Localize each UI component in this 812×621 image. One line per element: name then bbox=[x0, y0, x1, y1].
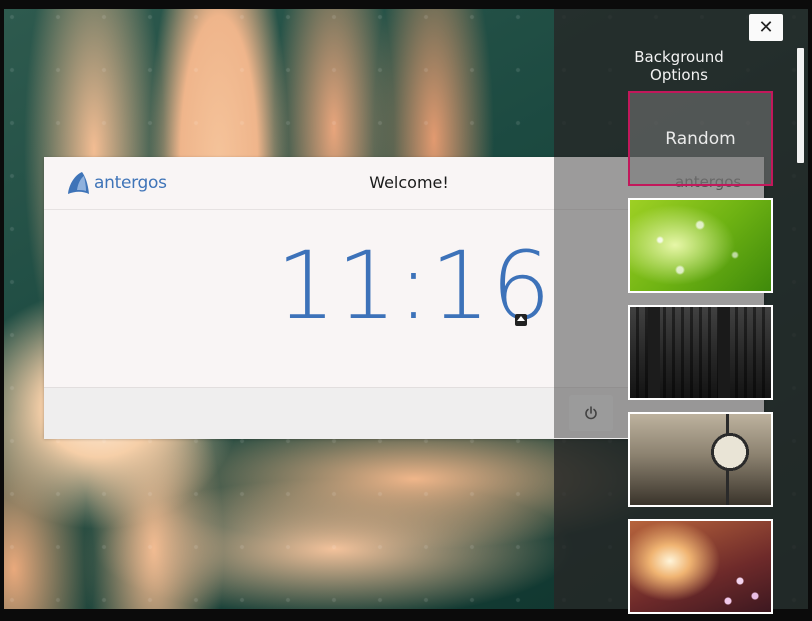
chevron-up-icon[interactable] bbox=[515, 314, 527, 326]
background-thumbnail-blossom[interactable] bbox=[628, 519, 773, 614]
random-background-option[interactable]: Random bbox=[628, 91, 773, 186]
close-button[interactable]: ✕ bbox=[749, 14, 783, 41]
antergos-logo-icon bbox=[68, 172, 89, 194]
background-options-title: Background Options bbox=[634, 48, 724, 84]
scrollbar-thumb[interactable] bbox=[797, 48, 804, 163]
power-button[interactable] bbox=[569, 395, 613, 431]
random-label: Random bbox=[665, 128, 736, 149]
background-thumbnail-street-clock[interactable] bbox=[628, 412, 773, 507]
brand-name: antergos bbox=[94, 173, 167, 193]
welcome-message: Welcome! bbox=[369, 173, 449, 192]
background-thumbnail-bw-room[interactable] bbox=[628, 305, 773, 400]
clock-time: 11:16 bbox=[276, 232, 552, 341]
background-thumbnail-green-bokeh[interactable] bbox=[628, 198, 773, 293]
power-icon bbox=[585, 406, 597, 420]
brand-logo: antergos bbox=[65, 170, 167, 196]
close-icon: ✕ bbox=[758, 17, 774, 38]
